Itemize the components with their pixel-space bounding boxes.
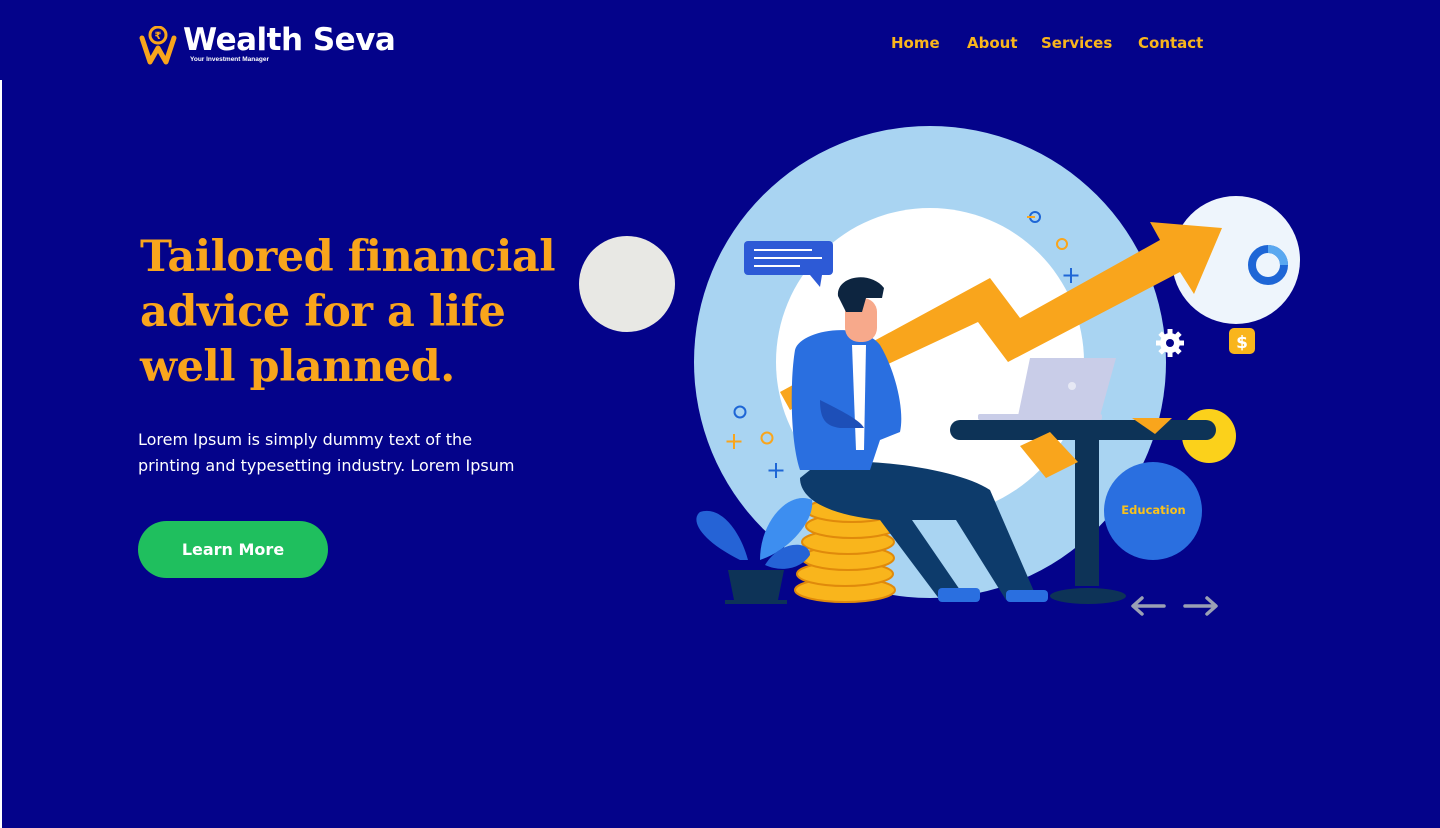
hero-title: Tailored financial advice for a life wel…	[140, 232, 556, 392]
arrow-right-icon	[1183, 596, 1218, 616]
nav-services[interactable]: Services	[1041, 34, 1112, 52]
rupee-logo-icon: ₹	[139, 26, 177, 65]
page-edge-divider	[0, 80, 2, 828]
nav-contact[interactable]: Contact	[1138, 34, 1203, 52]
brand-tagline: Your Investment Manager	[190, 56, 269, 63]
learn-more-button[interactable]: Learn More	[138, 521, 328, 578]
grey-circle	[579, 236, 675, 332]
gear-icon	[1156, 329, 1184, 357]
carousel-prev-button[interactable]	[1128, 588, 1168, 624]
education-label: Education	[1121, 503, 1186, 517]
logo-glyph: ₹	[155, 31, 162, 42]
brand-name: Wealth Seva	[183, 22, 396, 58]
site-header: ₹ Wealth Seva Your Investment Manager Ho…	[0, 0, 1440, 80]
hero-illustration: $	[579, 126, 1300, 604]
dollar-symbol: $	[1236, 333, 1248, 353]
arrow-left-icon	[1131, 596, 1166, 616]
nav-home[interactable]: Home	[891, 34, 940, 52]
nav-about[interactable]: About	[967, 34, 1018, 52]
desk	[950, 420, 1216, 440]
laptop-icon	[1018, 358, 1116, 416]
carousel-next-button[interactable]	[1181, 588, 1221, 624]
hero-description: Lorem Ipsum is simply dummy text of the …	[138, 430, 515, 475]
